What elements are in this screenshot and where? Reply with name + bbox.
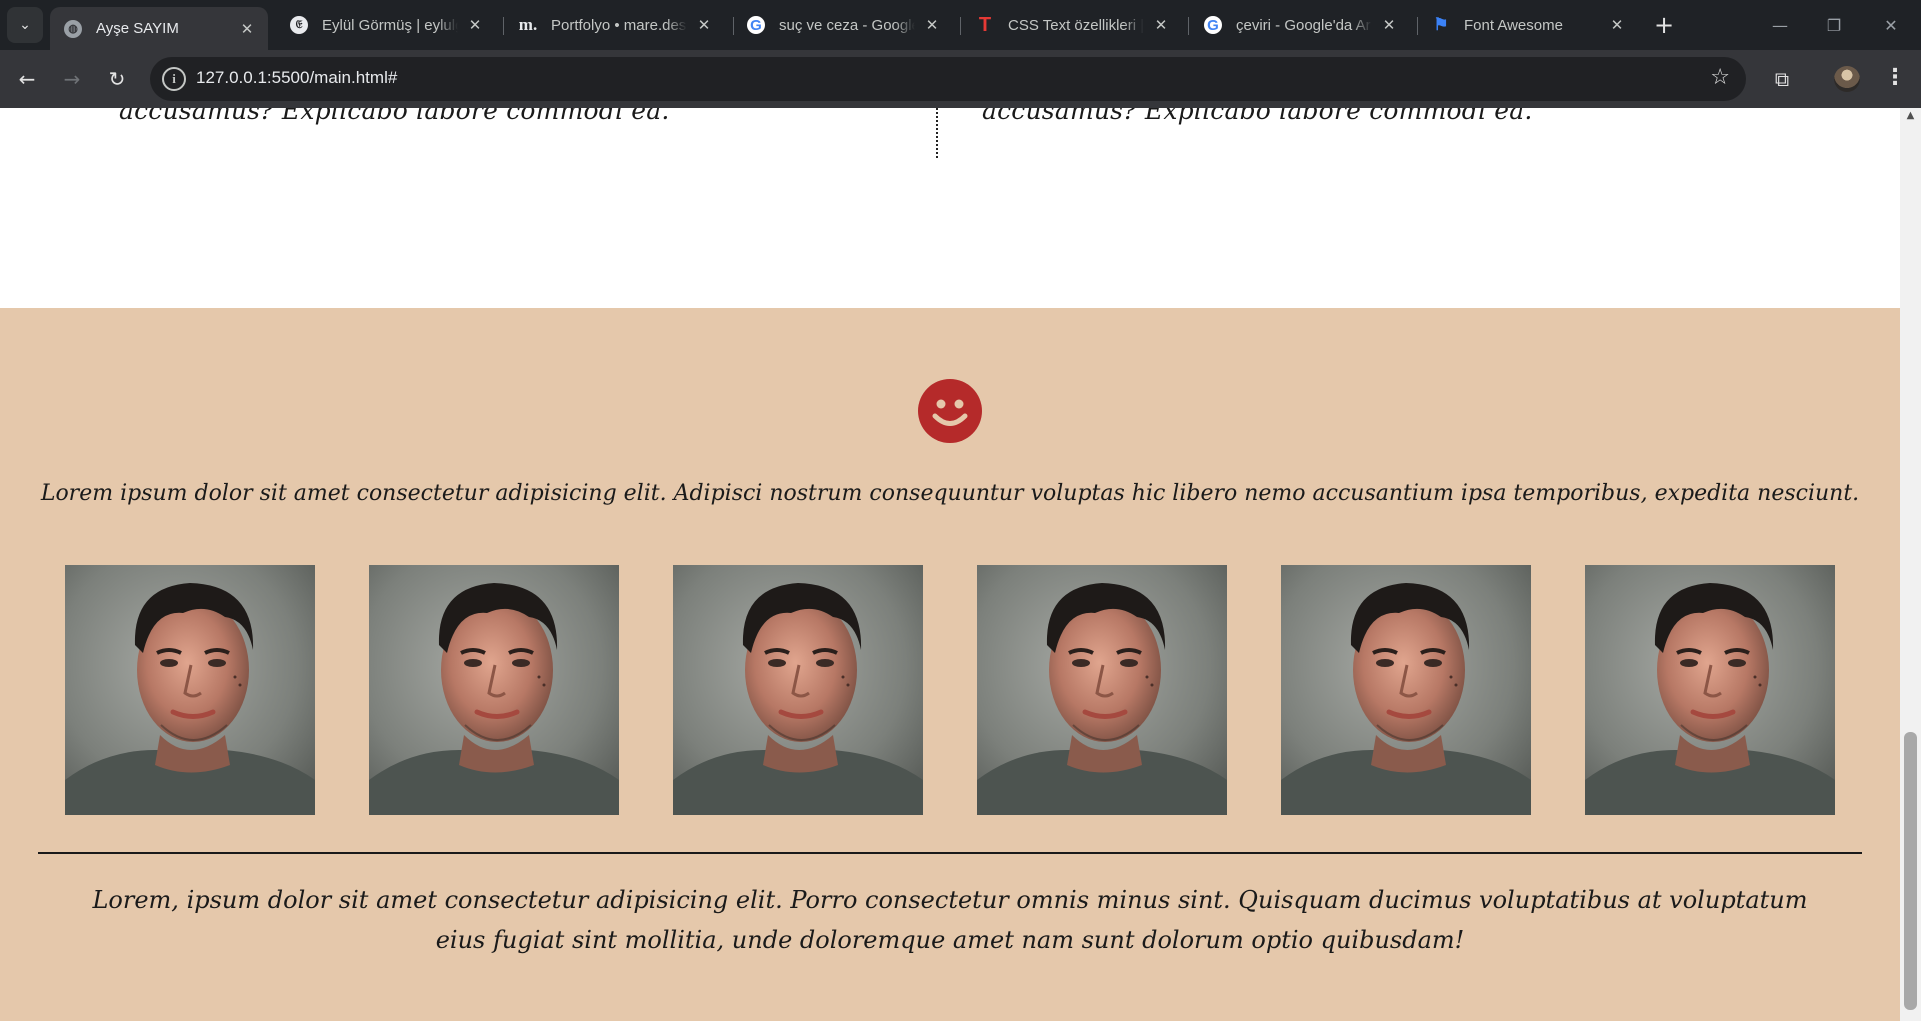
horizontal-rule — [38, 852, 1862, 854]
gallery-photo — [1281, 565, 1531, 815]
extensions-icon[interactable]: ⧉ — [1767, 64, 1797, 94]
photo-gallery — [65, 565, 1835, 815]
google-icon: G — [1204, 16, 1222, 34]
tab-5[interactable]: G çeviri - Google'da Ar ✕ — [1190, 7, 1410, 43]
tab-1[interactable]: 𝔈 Eylül Görmüş | eylulg ✕ — [276, 7, 496, 43]
close-icon[interactable]: ✕ — [466, 16, 484, 34]
footer-paragraph: Lorem, ipsum dolor sit amet consectetur … — [92, 886, 1808, 954]
arrow-right-icon: → — [63, 67, 81, 91]
scroll-up-icon[interactable]: ▲ — [1900, 110, 1921, 126]
close-icon[interactable]: ✕ — [1380, 16, 1398, 34]
close-icon: ✕ — [1884, 15, 1898, 35]
site-icon: 𝔈 — [290, 16, 308, 34]
tab-separator — [1188, 17, 1189, 35]
tab-title: Eylül Görmüş | eylulg — [322, 16, 458, 34]
close-icon[interactable]: ✕ — [923, 16, 941, 34]
tab-separator — [503, 17, 504, 35]
gallery-photo — [369, 565, 619, 815]
gallery-photo — [65, 565, 315, 815]
more-menu-icon[interactable]: ⋮ — [1880, 62, 1910, 92]
tab-title: suç ve ceza - Google — [779, 16, 915, 34]
tab-title: CSS Text özellikleri | — [1008, 16, 1144, 34]
close-icon[interactable]: ✕ — [695, 16, 713, 34]
two-column-section: accusamus? Explicabo labore commodi ea. … — [0, 108, 1900, 308]
tab-2[interactable]: m. Portfolyo • mare.desi ✕ — [505, 7, 725, 43]
tab-6[interactable]: ⚑ Font Awesome ✕ — [1418, 7, 1638, 43]
arrow-left-icon: ← — [18, 67, 36, 91]
new-tab-button[interactable]: + — [1649, 10, 1679, 40]
browser-toolbar: ← → ↻ i 127.0.0.1:5500/main.html# ☆ ⧉ — [0, 50, 1921, 108]
gallery-photo — [1585, 565, 1835, 815]
column-divider — [936, 108, 938, 158]
reload-icon: ↻ — [108, 67, 126, 91]
address-bar[interactable]: i 127.0.0.1:5500/main.html# ☆ — [150, 57, 1746, 101]
flag-icon: ⚑ — [1433, 15, 1449, 34]
right-column-text: accusamus? Explicabo labore commodi ea. — [982, 108, 1533, 125]
tab-0[interactable]: ◍ Ayşe SAYIM ✕ — [50, 7, 268, 50]
tab-title: Font Awesome — [1464, 16, 1563, 34]
tab-search-button[interactable]: ⌄ — [7, 7, 43, 43]
url-text[interactable]: 127.0.0.1:5500/main.html# — [196, 68, 397, 88]
close-icon[interactable]: ✕ — [1152, 16, 1170, 34]
tab-3[interactable]: G suç ve ceza - Google ✕ — [733, 7, 953, 43]
gallery-photo — [977, 565, 1227, 815]
reload-button[interactable]: ↻ — [101, 63, 133, 95]
smile-icon — [918, 379, 982, 443]
tab-title: Portfolyo • mare.desi — [551, 16, 687, 34]
gallery-section: Lorem ipsum dolor sit amet consectetur a… — [0, 308, 1900, 1021]
google-icon: G — [747, 16, 765, 34]
back-button[interactable]: ← — [11, 63, 43, 95]
avatar[interactable] — [1834, 66, 1860, 92]
left-column-text: accusamus? Explicabo labore commodi ea. — [119, 108, 670, 125]
page-viewport: accusamus? Explicabo labore commodi ea. … — [0, 108, 1900, 1021]
tab-strip: ⌄ ◍ Ayşe SAYIM ✕ 𝔈 Eylül Görmüş | eylulg… — [0, 0, 1921, 50]
bookmark-star-icon[interactable]: ☆ — [1710, 65, 1730, 90]
tab-separator — [960, 17, 961, 35]
gallery-photo — [673, 565, 923, 815]
chevron-down-icon: ⌄ — [19, 17, 31, 33]
scroll-thumb[interactable] — [1904, 732, 1917, 1010]
minimize-icon: — — [1772, 15, 1788, 35]
close-window-button[interactable]: ✕ — [1861, 0, 1921, 50]
tab-title: çeviri - Google'da Ar — [1236, 16, 1371, 34]
forward-button[interactable]: → — [56, 63, 88, 95]
close-icon[interactable]: ✕ — [238, 20, 256, 38]
plus-icon: + — [1653, 11, 1675, 39]
restore-icon: ❐ — [1826, 15, 1842, 35]
page-scrollbar[interactable]: ▲ — [1900, 108, 1921, 1021]
minimize-button[interactable]: — — [1750, 0, 1810, 50]
globe-icon: ◍ — [64, 19, 82, 38]
t-icon: T — [978, 13, 992, 36]
intro-paragraph: Lorem ipsum dolor sit amet consectetur a… — [40, 481, 1860, 506]
m-icon: m. — [518, 15, 538, 34]
site-info-icon[interactable]: i — [162, 67, 186, 91]
close-icon[interactable]: ✕ — [1608, 16, 1626, 34]
tab-4[interactable]: T CSS Text özellikleri | ✕ — [962, 7, 1182, 43]
restore-button[interactable]: ❐ — [1804, 0, 1864, 50]
tab-title: Ayşe SAYIM — [96, 20, 179, 37]
